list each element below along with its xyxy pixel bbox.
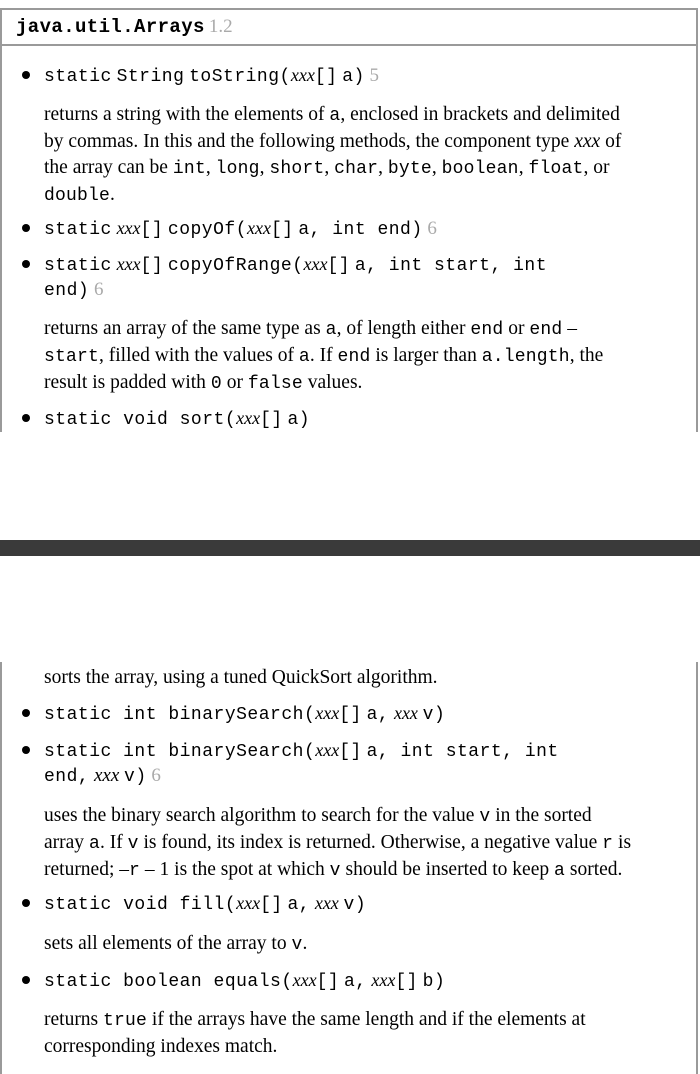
sort-description: sorts the array, using a tuned QuickSort…	[44, 667, 438, 688]
binarysearch-description: uses the binary search algorithm to sear…	[44, 805, 632, 881]
method-equals: static boolean equals(xxx[] a, xxx[] b)	[22, 967, 445, 995]
bullet-icon	[22, 898, 30, 907]
method-binarysearch-range: static int binarySearch(xxx[] a, int sta…	[22, 737, 559, 765]
method-tostring: static String toString(xxx[] a) 5	[22, 62, 379, 90]
page-divider	[0, 540, 700, 556]
copy-description: returns an array of the same type as a, …	[44, 318, 604, 394]
class-header: java.util.Arrays 1.2	[2, 10, 696, 46]
bullet-icon	[22, 745, 30, 754]
method-sort: static void sort(xxx[] a)	[22, 405, 310, 433]
tostring-description: returns a string with the elements of a,…	[44, 104, 622, 206]
bullet-icon	[22, 259, 30, 268]
bullet-icon	[22, 975, 30, 984]
method-fill: static void fill(xxx[] a, xxx v)	[22, 890, 366, 918]
method-copyof: static xxx[] copyOf(xxx[] a, int end) 6	[22, 215, 437, 243]
class-name: java.util.Arrays	[16, 16, 205, 38]
method-copyofrange: static xxx[] copyOfRange(xxx[] a, int st…	[22, 251, 547, 279]
bullet-icon	[22, 70, 30, 79]
method-binarysearch: static int binarySearch(xxx[] a, xxx v)	[22, 700, 445, 728]
method-binarysearch-range-cont: end, xxx v) 6	[44, 765, 161, 787]
equals-description: returns true if the arrays have the same…	[44, 1009, 586, 1057]
bullet-icon	[22, 708, 30, 717]
bullet-icon	[22, 223, 30, 232]
bullet-icon	[22, 413, 30, 422]
class-version: 1.2	[208, 16, 233, 37]
fill-description: sets all elements of the array to v.	[44, 933, 308, 955]
method-copyofrange-cont: end) 6	[44, 279, 104, 301]
